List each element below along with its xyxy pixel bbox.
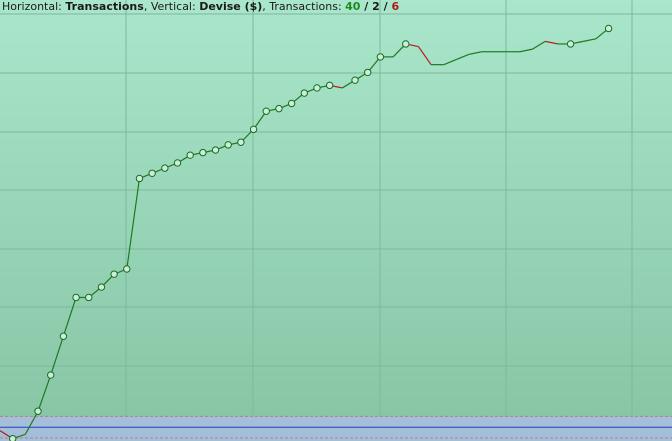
equity-curve-chart [0,0,672,441]
trade-marker [376,53,385,61]
trade-marker [34,407,42,415]
trade-marker [313,84,321,92]
vertical-label: Vertical: [150,0,196,13]
flat-count: 2 [372,0,380,13]
zero-band [0,415,672,441]
header-separator: , [143,0,151,13]
trade-marker [186,151,194,159]
trade-marker [47,371,55,379]
trade-marker [224,141,232,149]
winning-count: 40 [345,0,361,13]
trade-marker [275,104,283,113]
trade-marker [402,40,410,48]
trade-marker [249,125,258,134]
trade-marker [123,265,131,273]
trade-marker [148,169,156,177]
horizontal-label: Horizontal: [2,0,62,13]
trade-marker [59,332,68,340]
trade-marker [300,89,309,97]
losing-count: 6 [391,0,400,13]
trade-marker [325,81,334,90]
trade-marker [604,24,613,33]
trade-marker [211,146,220,154]
trade-marker [287,99,296,108]
trade-marker [363,68,372,77]
trade-marker [262,107,270,115]
zero-band-area [0,416,672,441]
count-slash: / [379,0,392,13]
trade-marker [237,138,245,146]
trade-marker [566,40,575,48]
plot-background [0,0,672,441]
trade-marker [161,164,169,172]
vertical-value: Devise ($) [199,0,263,13]
trade-marker [97,283,106,291]
trade-marker [351,76,359,84]
trade-marker [110,270,118,278]
transactions-label: Transactions: [269,0,342,13]
trade-marker [173,159,182,167]
chart-header: Horizontal: Transactions, Vertical: Devi… [2,0,399,13]
trade-marker [72,293,80,302]
trade-marker [8,434,17,441]
trade-marker [135,174,144,183]
count-slash: / [360,0,373,13]
horizontal-value: Transactions [65,0,144,13]
trade-marker [85,293,93,302]
trade-marker [199,148,207,157]
